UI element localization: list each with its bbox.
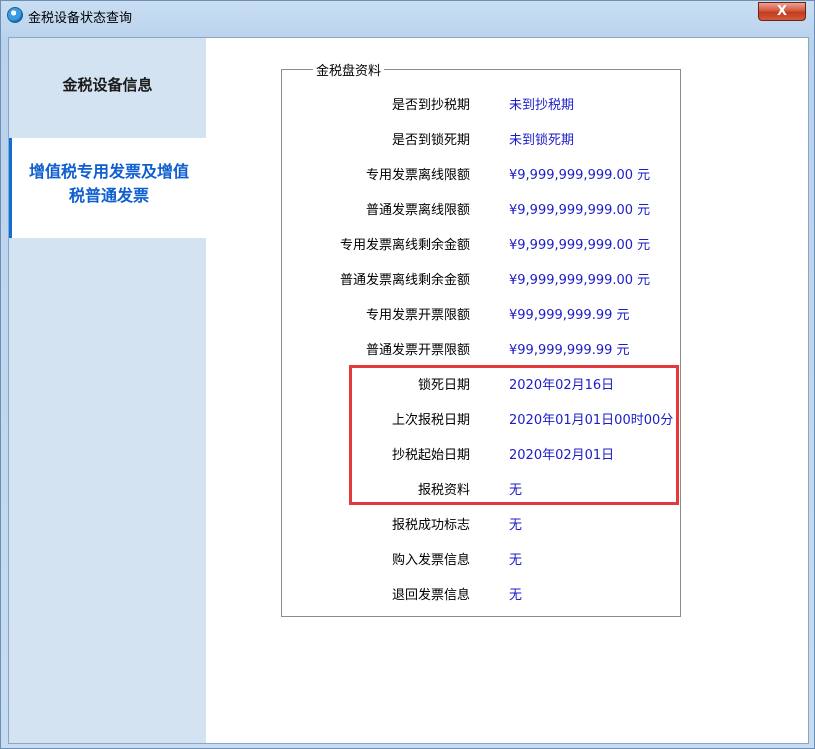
field-label: 锁死日期 [417, 378, 470, 393]
field-label: 普通发票离线剩余金额 [339, 273, 470, 288]
field-label: 抄税起始日期 [391, 448, 470, 463]
tab-tax-device-info[interactable]: 金税设备信息 [9, 38, 206, 138]
tab-vat-invoices[interactable]: 增值税专用发票及增值税普通发票 [9, 138, 206, 238]
field-label: 报税资料 [417, 483, 470, 498]
window-title: 金税设备状态查询 [28, 10, 133, 25]
app-window: 金税设备状态查询 X 金税设备信息 增值税专用发票及增值税普通发票 金税盘资料 … [0, 0, 815, 749]
field-value: 2020年02月01日 [509, 448, 615, 463]
field-label: 退回发票信息 [391, 588, 470, 603]
field-value: 未到抄税期 [509, 98, 575, 113]
sidebar: 金税设备信息 增值税专用发票及增值税普通发票 [9, 38, 206, 743]
field-value: ¥99,999,999.99 元 [509, 343, 630, 358]
field-value: 无 [509, 588, 523, 603]
field-value: 未到锁死期 [509, 133, 575, 148]
tab-vat-invoices-label: 增值税专用发票及增值税普通发票 [28, 162, 189, 205]
field-label: 专用发票开票限额 [365, 308, 470, 323]
field-value: 无 [509, 553, 523, 568]
field-value: ¥9,999,999,999.00 元 [509, 203, 651, 218]
field-label: 上次报税日期 [391, 413, 470, 428]
tab-tax-device-info-label: 金税设备信息 [62, 76, 153, 94]
field-value: 2020年01月01日00时00分 [509, 413, 674, 428]
field-label: 专用发票离线限额 [365, 168, 470, 183]
field-label: 购入发票信息 [391, 553, 470, 568]
field-label: 是否到锁死期 [391, 133, 470, 148]
field-value: ¥9,999,999,999.00 元 [509, 168, 651, 183]
field-value: 2020年02月16日 [509, 378, 615, 393]
field-label: 专用发票离线剩余金额 [339, 238, 470, 253]
field-value: ¥99,999,999.99 元 [509, 308, 630, 323]
close-button[interactable]: X [758, 2, 806, 21]
field-value: 无 [509, 483, 523, 498]
field-label: 是否到抄税期 [391, 98, 470, 113]
app-icon [7, 7, 23, 23]
field-value: ¥9,999,999,999.00 元 [509, 238, 651, 253]
field-value: ¥9,999,999,999.00 元 [509, 273, 651, 288]
groupbox-legend: 金税盘资料 [313, 60, 385, 79]
title-bar[interactable]: 金税设备状态查询 X [1, 1, 814, 31]
field-label: 普通发票开票限额 [365, 343, 470, 358]
field-value: 无 [509, 518, 523, 533]
field-label: 报税成功标志 [391, 518, 470, 533]
field-label: 普通发票离线限额 [365, 203, 470, 218]
